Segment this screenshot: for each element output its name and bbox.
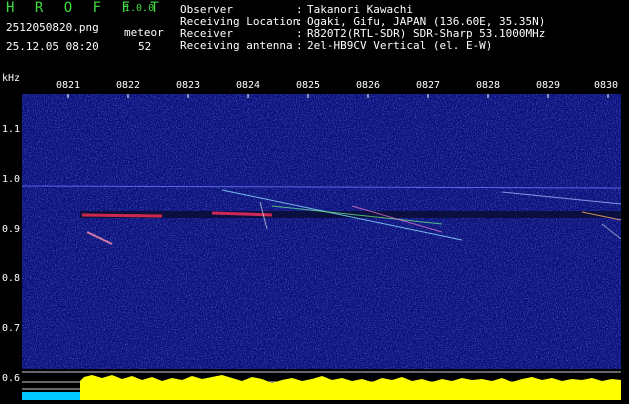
y-tick-label: 0.6 xyxy=(2,373,21,384)
meteor-label: meteor xyxy=(124,26,164,39)
x-tick-label: 0827 xyxy=(415,80,441,91)
y-tick-label: 0.8 xyxy=(2,273,21,284)
x-tick-label: 0829 xyxy=(535,80,561,91)
signal-strength-strip xyxy=(22,369,621,400)
meteor-echo xyxy=(81,213,163,218)
meteor-count: 52 xyxy=(138,40,152,53)
file-name: 2512050820.png xyxy=(6,21,99,34)
x-tick-label: 0828 xyxy=(475,80,501,91)
info-separator: : xyxy=(296,39,303,52)
x-tick-label: 0825 xyxy=(295,80,321,91)
frequency-unit-label: kHz xyxy=(2,73,21,84)
x-tick-label: 0823 xyxy=(175,80,201,91)
x-tick-label: 0822 xyxy=(115,80,141,91)
y-tick-label: 1.0 xyxy=(2,174,21,185)
signal-strip-start xyxy=(22,392,80,400)
info-label-antenna: Receiving antenna xyxy=(180,39,293,52)
x-tick-label: 0826 xyxy=(355,80,381,91)
noise-texture xyxy=(22,94,621,369)
spectrogram-plot xyxy=(21,94,622,369)
app-version: 1.0.0 xyxy=(124,3,155,14)
signal-strip-canvas xyxy=(22,369,621,400)
y-tick-label: 0.9 xyxy=(2,224,21,235)
y-tick-label: 1.1 xyxy=(2,124,21,135)
y-tick-label: 0.7 xyxy=(2,323,21,334)
spectrogram-canvas xyxy=(21,94,622,369)
x-tick-label: 0830 xyxy=(593,80,619,91)
x-tick-label: 0821 xyxy=(55,80,81,91)
capture-datetime: 25.12.05 08:20 xyxy=(6,40,99,53)
x-tick-label: 0824 xyxy=(235,80,261,91)
info-value-antenna: 2el-HB9CV Vertical (el. E-W) xyxy=(307,39,493,52)
